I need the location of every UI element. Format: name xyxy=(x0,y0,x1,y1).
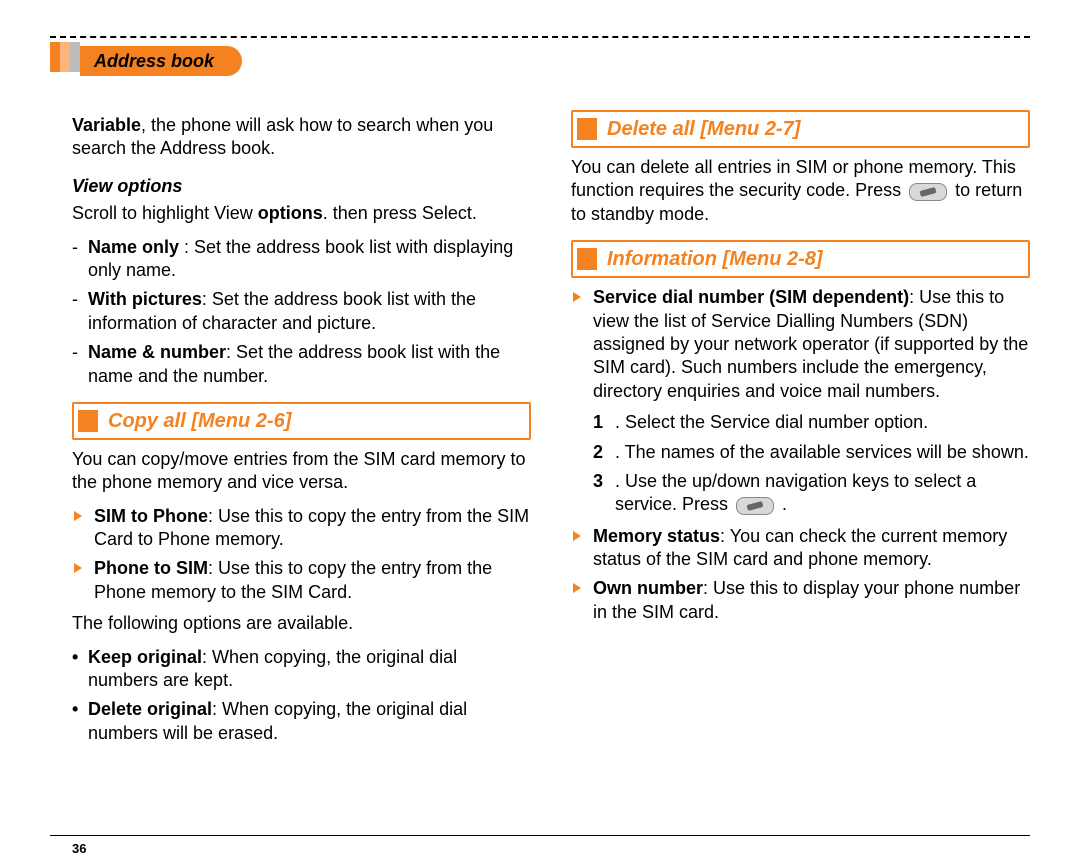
manual-page: Address book Variable, the phone will as… xyxy=(0,0,1080,864)
list-item: Own number: Use this to display your pho… xyxy=(571,577,1030,624)
end-key-icon xyxy=(736,497,774,515)
step-post: . xyxy=(777,494,787,514)
footer-rule xyxy=(50,835,1030,836)
item-bold: Name & number xyxy=(88,342,226,362)
item-bold: With pictures xyxy=(88,289,202,309)
intro-paragraph: Variable, the phone will ask how to sear… xyxy=(72,114,531,161)
item-bold: Name only xyxy=(88,237,179,257)
view-options-list: Name only : Set the address book list wi… xyxy=(72,236,531,388)
copy-all-lead: You can copy/move entries from the SIM c… xyxy=(72,448,531,495)
item-bold: Keep original xyxy=(88,647,202,667)
item-bold: SIM to Phone xyxy=(94,506,208,526)
list-item: Name & number: Set the address book list… xyxy=(72,341,531,388)
step-number: 3 xyxy=(593,470,603,493)
info-arrow-list: Memory status: You can check the current… xyxy=(571,525,1030,625)
delete-all-lead: You can delete all entries in SIM or pho… xyxy=(571,156,1030,226)
section-delete-all: Delete all [Menu 2-7] xyxy=(571,110,1030,148)
intro-bold: Variable xyxy=(72,115,141,135)
section-header-tab: Address book xyxy=(50,42,242,80)
section-title: Information [Menu 2-8] xyxy=(607,246,823,272)
step-pre: . Use the up/down navigation keys to sel… xyxy=(615,471,976,514)
copy-all-arrow-list: SIM to Phone: Use this to copy the entry… xyxy=(72,505,531,605)
list-item: Phone to SIM: Use this to copy the entry… xyxy=(72,557,531,604)
section-information: Information [Menu 2-8] xyxy=(571,240,1030,278)
item-bold: Service dial number (SIM dependent) xyxy=(593,287,909,307)
section-copy-all: Copy all [Menu 2-6] xyxy=(72,402,531,440)
list-item: 3 . Use the up/down navigation keys to se… xyxy=(593,470,1030,517)
list-item: Service dial number (SIM dependent): Use… xyxy=(571,286,1030,403)
list-item: 2 . The names of the available services w… xyxy=(593,441,1030,464)
list-item: SIM to Phone: Use this to copy the entry… xyxy=(72,505,531,552)
stripe-icon xyxy=(60,42,70,72)
info-steps-list: 1 . Select the Service dial number option… xyxy=(571,411,1030,517)
right-column: Delete all [Menu 2-7] You can delete all… xyxy=(571,110,1030,804)
copy-all-bullet-list: Keep original: When copying, the origina… xyxy=(72,646,531,746)
list-item: Delete original: When copying, the origi… xyxy=(72,698,531,745)
step-number: 2 xyxy=(593,441,603,464)
list-item: With pictures: Set the address book list… xyxy=(72,288,531,335)
header-tab-body: Address book xyxy=(80,46,242,76)
vo-lead-pre: Scroll to highlight View xyxy=(72,203,258,223)
left-column: Variable, the phone will ask how to sear… xyxy=(72,110,531,804)
header-stripes xyxy=(50,42,80,80)
list-item: 1 . Select the Service dial number option… xyxy=(593,411,1030,434)
page-number: 36 xyxy=(72,841,86,856)
vo-lead-bold: options xyxy=(258,203,323,223)
step-text: . The names of the available services wi… xyxy=(615,442,1029,462)
item-bold: Own number xyxy=(593,578,703,598)
list-item: Memory status: You can check the current… xyxy=(571,525,1030,572)
stripe-icon xyxy=(50,42,60,72)
view-options-lead: Scroll to highlight View options. then p… xyxy=(72,202,531,225)
section-marker-icon xyxy=(78,410,98,432)
section-title: Copy all [Menu 2-6] xyxy=(108,408,291,434)
item-bold: Memory status xyxy=(593,526,720,546)
section-marker-icon xyxy=(577,248,597,270)
item-bold: Delete original xyxy=(88,699,212,719)
item-bold: Phone to SIM xyxy=(94,558,208,578)
header-title: Address book xyxy=(94,51,214,72)
section-title: Delete all [Menu 2-7] xyxy=(607,116,800,142)
end-key-icon xyxy=(909,183,947,201)
top-dashed-rule xyxy=(50,36,1030,38)
vo-lead-post: . then press Select. xyxy=(323,203,477,223)
content-columns: Variable, the phone will ask how to sear… xyxy=(72,110,1030,804)
list-item: Keep original: When copying, the origina… xyxy=(72,646,531,693)
section-marker-icon xyxy=(577,118,597,140)
list-item: Name only : Set the address book list wi… xyxy=(72,236,531,283)
stripe-icon xyxy=(70,42,80,72)
view-options-heading: View options xyxy=(72,175,531,198)
info-sdn-list: Service dial number (SIM dependent): Use… xyxy=(571,286,1030,403)
step-text: . Select the Service dial number option. xyxy=(615,412,928,432)
copy-all-options-lead: The following options are available. xyxy=(72,612,531,635)
step-number: 1 xyxy=(593,411,603,434)
